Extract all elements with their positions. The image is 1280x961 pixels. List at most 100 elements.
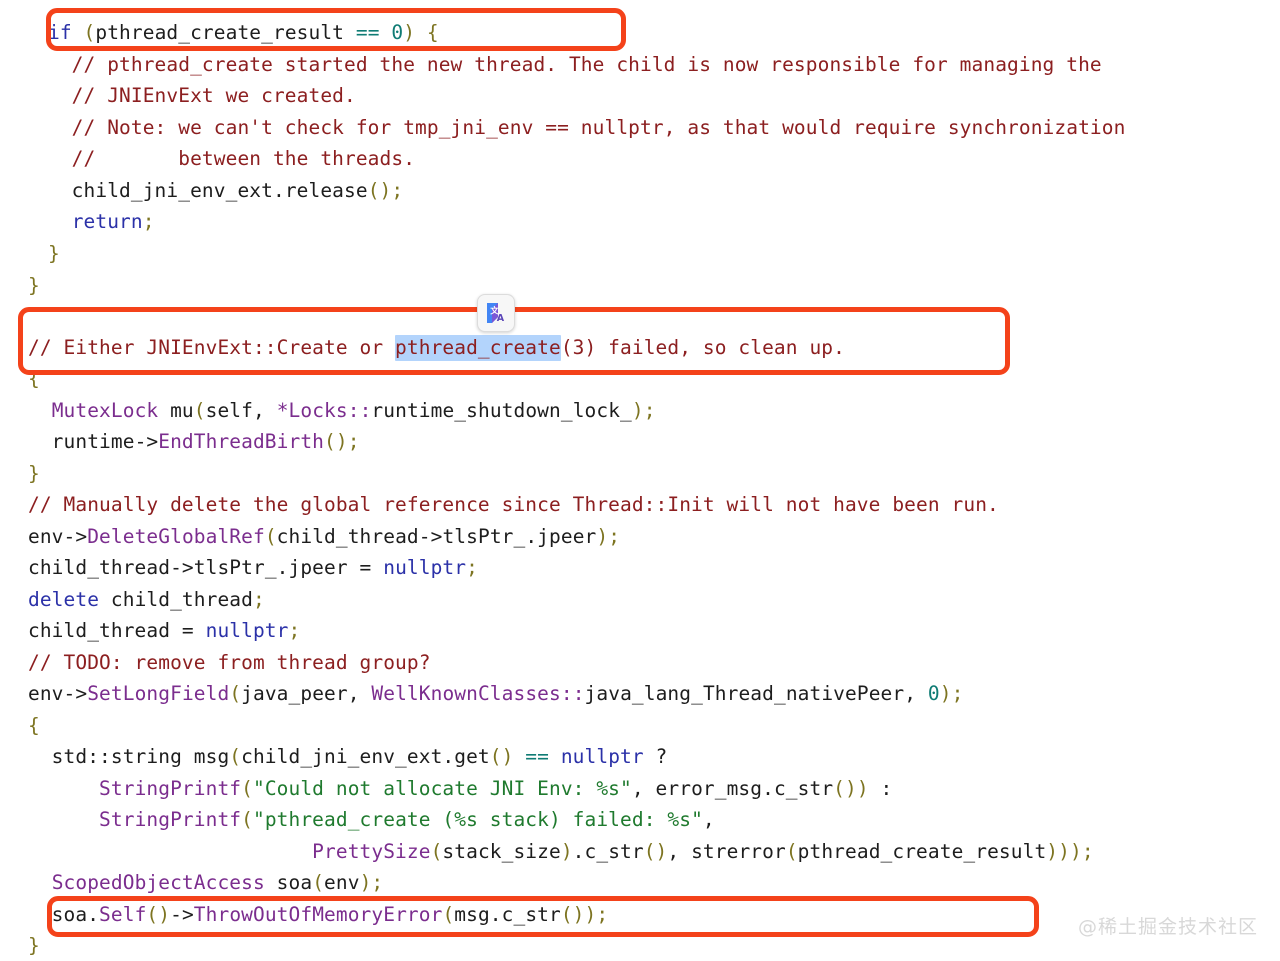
code-token: self	[205, 399, 253, 422]
code-token: nullptr	[205, 619, 289, 642]
code-line[interactable]: StringPrintf("Could not allocate JNI Env…	[28, 773, 892, 804]
code-token: ->	[418, 525, 443, 548]
code-line[interactable]: // TODO: remove from thread group?	[28, 647, 431, 678]
code-token: (3) failed, so clean up.	[560, 336, 845, 359]
code-line[interactable]: std::string msg(child_jni_env_ext.get() …	[28, 741, 668, 772]
code-token: // Note: we can't check for tmp_jni_env …	[48, 116, 1126, 139]
code-token: 0	[391, 21, 404, 44]
code-token: pthread_create_result	[95, 21, 345, 44]
code-token: // TODO: remove from thread group?	[28, 651, 431, 674]
code-token: java_peer	[241, 682, 348, 705]
code-token: soa.	[28, 903, 100, 926]
code-token: )	[596, 525, 609, 548]
code-line[interactable]: env->SetLongField(java_peer, WellKnownCl…	[28, 678, 963, 709]
code-token: ;	[951, 682, 964, 705]
code-token: ,	[347, 682, 372, 705]
code-token: ->	[63, 682, 88, 705]
translate-popup-button[interactable]: 文 A	[477, 294, 515, 332]
code-line[interactable]: child_jni_env_ext.release();	[48, 175, 403, 206]
code-token: 0	[927, 682, 940, 705]
code-token: stack_size	[442, 840, 561, 863]
code-token: Self	[99, 903, 147, 926]
code-token: .	[272, 179, 285, 202]
code-line[interactable]: soa.Self()->ThrowOutOfMemoryError(msg.c_…	[28, 899, 608, 930]
code-token: soa	[264, 871, 313, 894]
code-token: if	[48, 21, 72, 44]
code-token: , error_msg.c_str	[631, 777, 834, 800]
code-token: ->	[170, 903, 194, 926]
code-token: )	[631, 399, 644, 422]
code-token: ::	[347, 399, 372, 422]
code-token: ==	[525, 745, 549, 768]
code-token: ;	[466, 556, 478, 579]
code-line[interactable]: // Note: we can't check for tmp_jni_env …	[48, 112, 1126, 143]
code-token: SetLongField	[87, 682, 230, 705]
code-token: :	[868, 777, 893, 800]
code-token: ;	[252, 588, 265, 611]
code-token: ScopedObjectAccess	[51, 871, 265, 894]
code-line[interactable]: }	[48, 238, 60, 269]
code-line[interactable]: return;	[48, 206, 155, 237]
code-token: *	[276, 399, 289, 422]
code-token: env	[28, 525, 64, 548]
code-line[interactable]: // pthread_create started the new thread…	[48, 49, 1102, 80]
code-line[interactable]: }	[28, 458, 40, 489]
code-line[interactable]: }	[28, 270, 40, 301]
code-token: }	[48, 242, 60, 265]
code-token: {	[28, 367, 40, 390]
code-line[interactable]: // Either JNIEnvExt::Create or pthread_c…	[28, 332, 845, 363]
code-token: ()	[489, 745, 514, 768]
code-line[interactable]: ScopedObjectAccess soa(env);	[28, 867, 383, 898]
code-line[interactable]: if (pthread_create_result == 0) {	[48, 17, 439, 48]
code-token: MutexLock	[51, 399, 159, 422]
code-token: runtime_shutdown_lock_	[371, 399, 632, 422]
code-token: "pthread_create (%s stack) failed: %s"	[252, 808, 703, 831]
code-token: child_jni_env_ext	[48, 179, 273, 202]
code-line[interactable]: }	[28, 930, 40, 961]
code-token: // pthread_create started the new thread…	[48, 53, 1102, 76]
code-line[interactable]: child_thread = nullptr;	[28, 615, 300, 646]
code-token: std::string msg	[28, 745, 230, 768]
code-token: )));	[1046, 840, 1094, 863]
code-line[interactable]: env->DeleteGlobalRef(child_thread->tlsPt…	[28, 521, 620, 552]
google-translate-icon: 文 A	[483, 300, 509, 326]
code-line[interactable]: {	[28, 710, 40, 741]
code-token: msg.c_str	[454, 903, 561, 926]
code-line[interactable]: {	[28, 363, 40, 394]
code-token: ->	[134, 430, 159, 453]
code-token: tlsPtr_.jpeer =	[193, 556, 384, 579]
watermark-text: @稀土掘金技术社区	[1077, 916, 1258, 938]
code-line[interactable]: MutexLock mu(self, *Locks::runtime_shutd…	[28, 395, 656, 426]
code-token: PrettySize	[312, 840, 431, 863]
code-token: ())	[560, 903, 597, 926]
code-token: , strerror	[667, 840, 786, 863]
code-token: (	[229, 745, 242, 768]
code-token: ==	[355, 21, 380, 44]
code-viewport[interactable]: if (pthread_create_result == 0) { // pth…	[0, 0, 1280, 961]
code-token: (	[430, 840, 443, 863]
code-token: )	[939, 682, 952, 705]
code-token: env	[28, 682, 64, 705]
code-token: tlsPtr_.jpeer	[442, 525, 597, 548]
code-line[interactable]: child_thread->tlsPtr_.jpeer = nullptr;	[28, 552, 478, 583]
selected-text[interactable]: pthread_create	[395, 335, 561, 361]
code-line[interactable]: delete child_thread;	[28, 584, 265, 615]
code-line[interactable]: runtime->EndThreadBirth();	[28, 426, 360, 457]
code-token: ,	[702, 808, 715, 831]
code-token: .c_str	[572, 840, 644, 863]
code-token: runtime	[28, 430, 135, 453]
code-line[interactable]: // between the threads.	[48, 143, 415, 174]
code-token: ()	[643, 840, 668, 863]
code-line[interactable]: // JNIEnvExt we created.	[48, 80, 356, 111]
code-token: ;	[608, 525, 621, 548]
code-line[interactable]: StringPrintf("pthread_create (%s stack) …	[28, 804, 715, 835]
code-token: child_thread	[28, 556, 171, 579]
code-line[interactable]: // Manually delete the global reference …	[28, 489, 999, 520]
code-token: ,	[253, 399, 277, 422]
code-line[interactable]: PrettySize(stack_size).c_str(), strerror…	[28, 836, 1094, 867]
code-token: child_jni_env_ext.get	[241, 745, 490, 768]
